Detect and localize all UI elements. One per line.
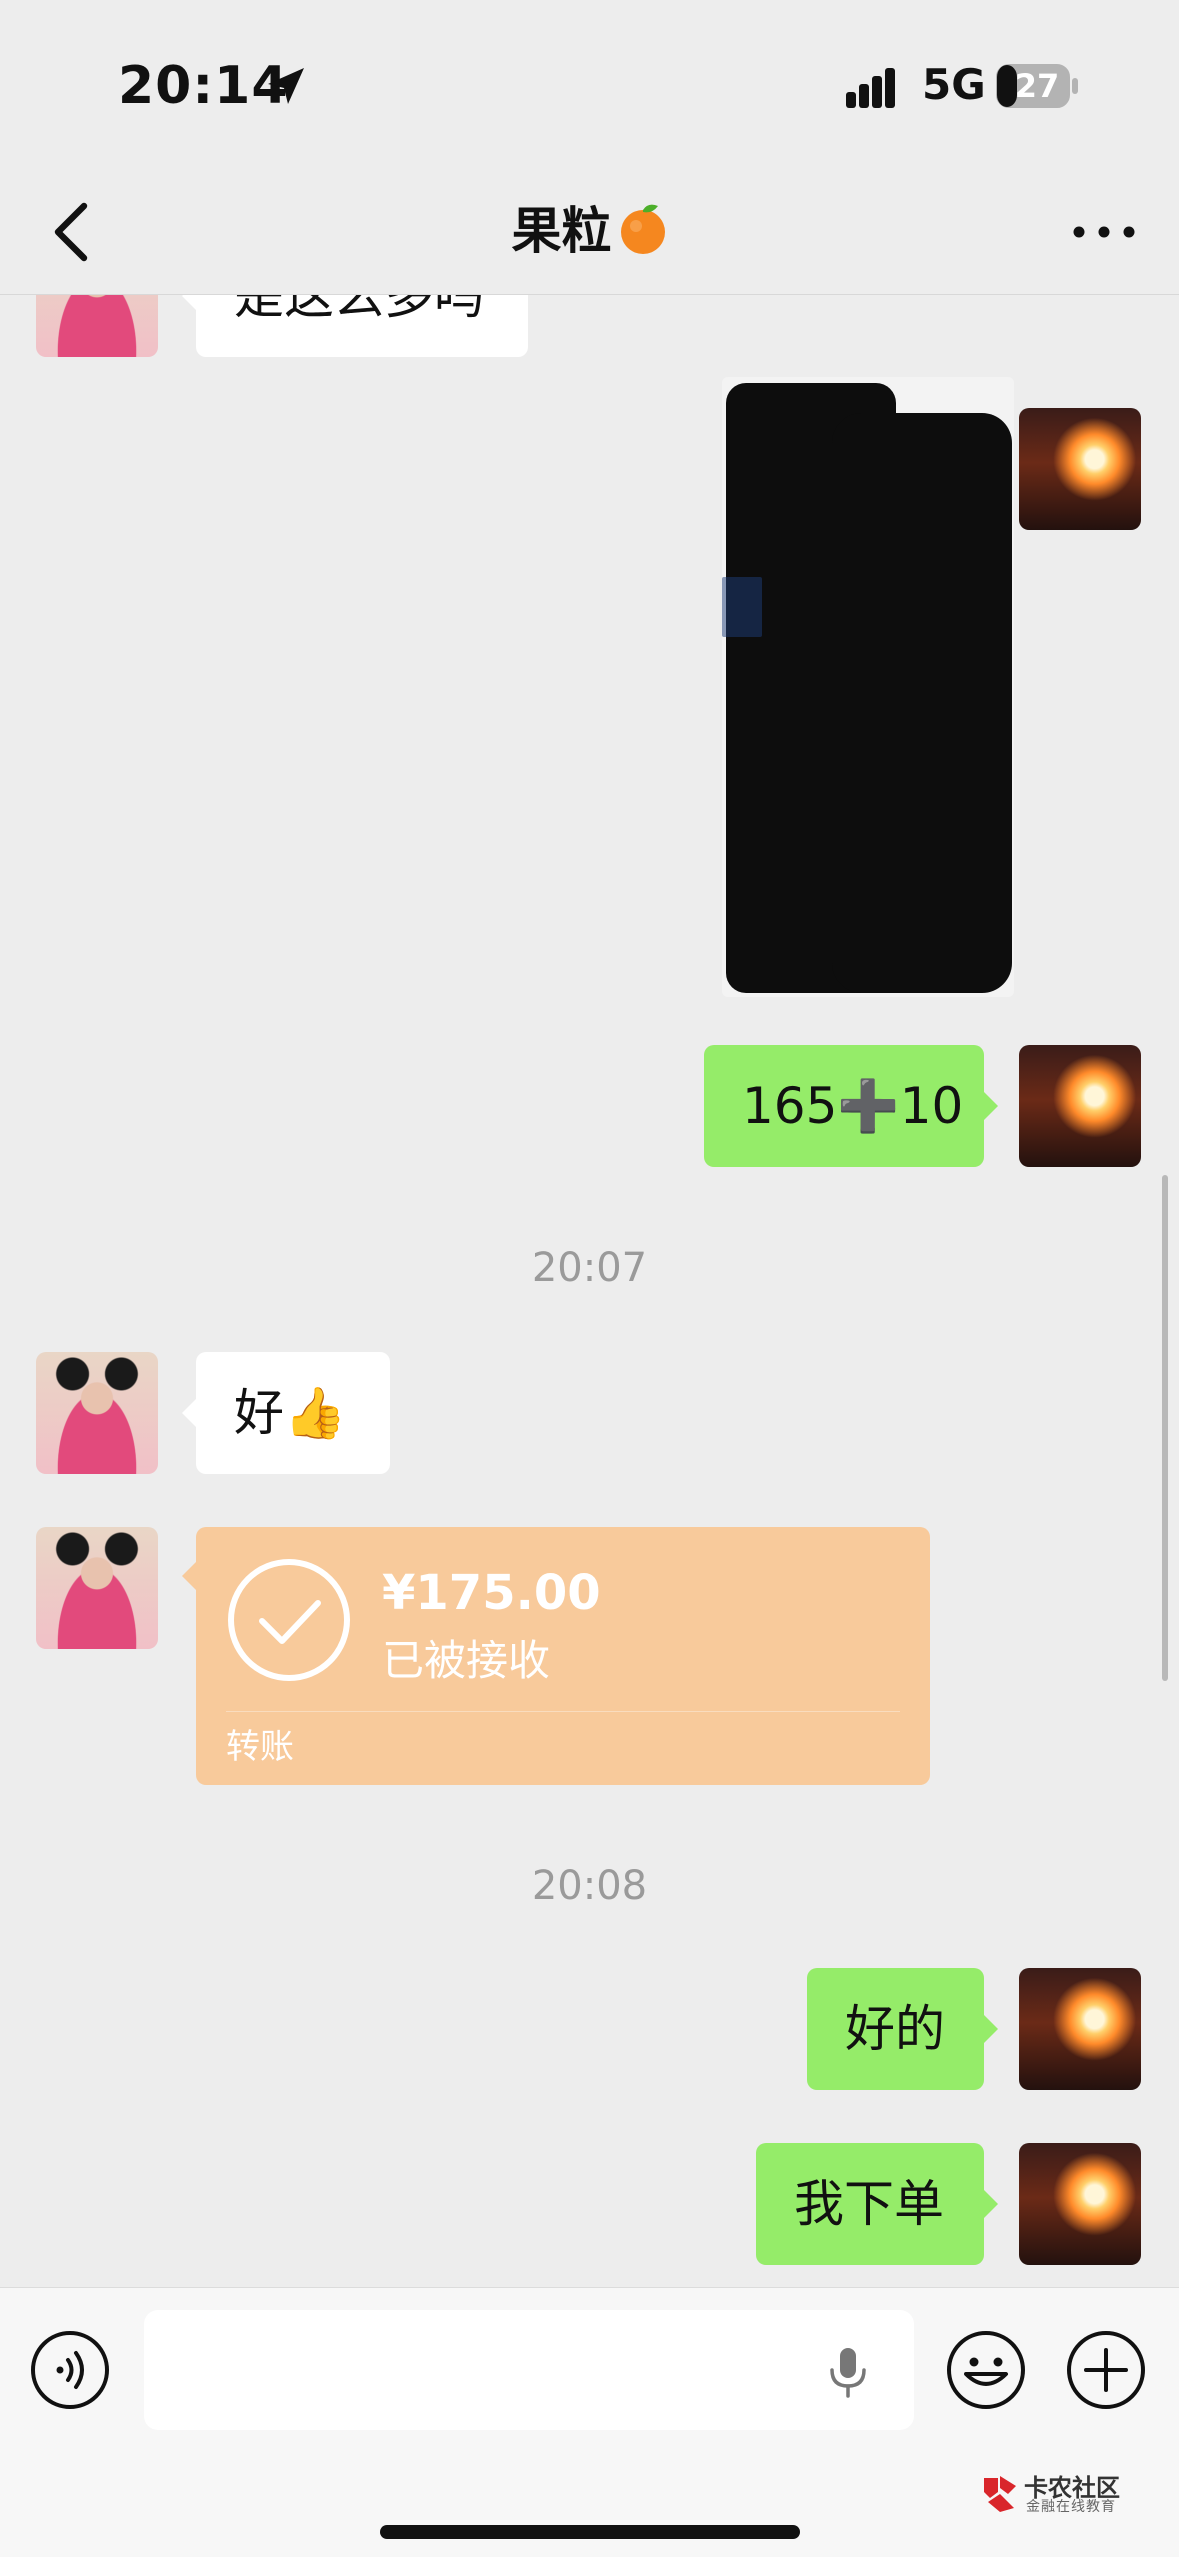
image-message[interactable] [722, 377, 1014, 997]
my-avatar[interactable] [1019, 408, 1141, 530]
watermark-subtitle: 金融在线教育 [1026, 2499, 1116, 2515]
more-dots-icon[interactable] [1069, 210, 1139, 254]
chat-header: 果粒 [0, 170, 1179, 295]
my-avatar[interactable] [1019, 2143, 1141, 2265]
transfer-label: 转账 [226, 1727, 294, 1767]
transfer-amount: ¥175.00 [382, 1565, 601, 1621]
message-bubble-incoming[interactable]: 是这么多吗 [182, 295, 528, 357]
message-text: 好👍 [234, 1384, 347, 1442]
status-bar: 20:14 5G 27 [0, 0, 1179, 170]
contact-avatar[interactable] [36, 1352, 158, 1474]
chat-title-text: 果粒 [511, 202, 612, 260]
message-bubble-outgoing[interactable]: 我下单 [756, 2143, 998, 2265]
plus-icon[interactable] [1066, 2330, 1146, 2410]
check-circle-icon [228, 1559, 350, 1681]
transfer-status: 已被接收 [382, 1636, 551, 1685]
message-bubble-incoming[interactable]: 好👍 [182, 1352, 390, 1474]
chat-title: 果粒 [0, 196, 1179, 266]
transfer-card[interactable]: ¥175.00 已被接收 转账 [182, 1527, 930, 1785]
orange-fruit-icon [620, 204, 665, 254]
message-bubble-outgoing[interactable]: 165➕10 [704, 1045, 998, 1167]
scrollbar[interactable] [1162, 1175, 1168, 1681]
message-timestamp: 20:07 [531, 1245, 648, 1291]
my-avatar[interactable] [1019, 1045, 1141, 1167]
microphone-icon[interactable] [818, 2342, 878, 2402]
home-indicator[interactable] [380, 2525, 800, 2539]
divider [226, 1711, 900, 1712]
message-list[interactable]: 是这么多吗 165➕10 20:07 好👍 ¥175.00 已被接收 转账 20… [0, 295, 1179, 2287]
network-type: 5G [922, 60, 986, 109]
watermark: 卡农社区 金融在线教育 [980, 2468, 1140, 2518]
battery-level: 27 [1014, 67, 1060, 105]
location-arrow-icon [268, 68, 304, 104]
message-text: 好的 [845, 2000, 945, 2058]
message-input[interactable] [144, 2310, 914, 2430]
message-bubble-outgoing[interactable]: 好的 [807, 1968, 998, 2090]
contact-avatar[interactable] [36, 1527, 158, 1649]
my-avatar[interactable] [1019, 1968, 1141, 2090]
emoji-icon[interactable] [946, 2330, 1026, 2410]
watermark-logo-icon [984, 2476, 1016, 2512]
message-text: 是这么多吗 [234, 295, 484, 325]
message-timestamp: 20:08 [531, 1863, 648, 1909]
message-text: 我下单 [794, 2175, 944, 2233]
contact-avatar[interactable] [36, 295, 158, 357]
message-text: 165➕10 [742, 1077, 964, 1135]
voice-icon[interactable] [30, 2330, 110, 2410]
signal-bars-icon [846, 68, 895, 108]
